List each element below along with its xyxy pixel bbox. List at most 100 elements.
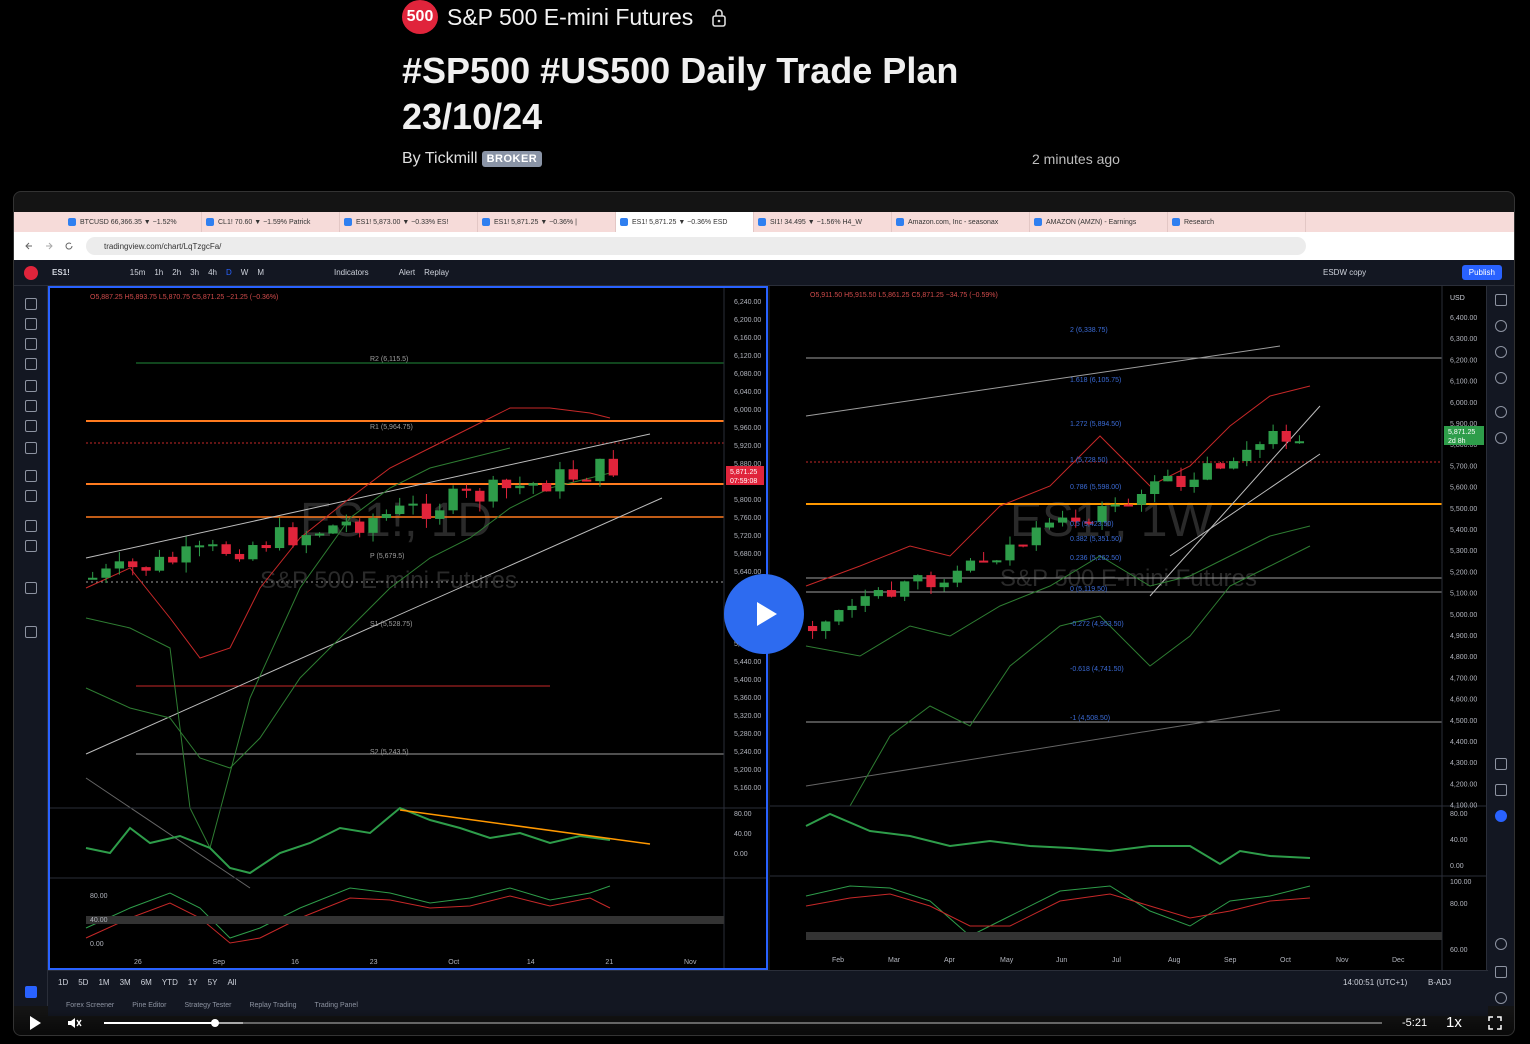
fib-icon[interactable] (25, 338, 37, 350)
tab-forex-screener[interactable]: Forex Screener (66, 1002, 114, 1009)
symbol-name[interactable]: S&P 500 E-mini Futures (447, 4, 693, 31)
browser-tab-active[interactable]: ES1! 5,871.25 ▼ −0.36% ESD (616, 212, 754, 232)
layers-icon[interactable] (1495, 346, 1507, 358)
clock[interactable]: 14:00:51 (UTC+1) (1343, 978, 1407, 987)
post-title-line1: #SP500 #US500 Daily Trade Plan (402, 50, 959, 91)
pattern-icon[interactable] (25, 358, 37, 370)
range-ytd[interactable]: YTD (162, 978, 178, 987)
favorite-star-icon[interactable] (25, 986, 37, 998)
range-5y[interactable]: 5Y (208, 978, 218, 987)
tab-pine-editor[interactable]: Pine Editor (132, 1002, 166, 1009)
ruler-icon[interactable] (25, 470, 37, 482)
chart-canvas-weekly[interactable]: ES1!, 1W S&P 500 E-mini Futures 6,400.00… (770, 286, 1488, 970)
browser-tab[interactable]: ES1! 5,873.00 ▼ −0.33% ES! (340, 212, 478, 232)
candle-body (395, 505, 405, 515)
time-axis[interactable]: 26 Sep 16 23 Oct 14 21 Nov (134, 959, 697, 966)
browser-tab[interactable]: SI1! 34.495 ▼ −1.56% H4_W (754, 212, 892, 232)
browser-tab[interactable]: Amazon.com, Inc - seasonax (892, 212, 1030, 232)
indicators-button[interactable]: Indicators (334, 268, 369, 277)
trash-icon[interactable] (25, 626, 37, 638)
hide-icon[interactable] (25, 582, 37, 594)
user-avatar[interactable] (24, 265, 38, 280)
playback-speed-button[interactable]: 1x (1446, 1014, 1462, 1031)
browser-tab[interactable]: BTCUSD 66,366.35 ▼ −1.52% (64, 212, 202, 232)
fullscreen-icon[interactable] (1488, 1016, 1502, 1030)
candle-body (1268, 430, 1278, 445)
idea-header: 500 S&P 500 E-mini Futures #SP500 #US500… (402, 0, 1142, 180)
chat-icon[interactable] (1495, 406, 1507, 418)
magnet-icon[interactable] (25, 520, 37, 532)
play-icon[interactable] (30, 1016, 41, 1030)
interval-4h[interactable]: 4h (208, 268, 217, 277)
tab-replay-trading[interactable]: Replay Trading (249, 1002, 296, 1009)
progress-bar[interactable] (104, 1019, 1382, 1027)
tab-trading-panel[interactable]: Trading Panel (315, 1002, 358, 1009)
calendar-icon[interactable] (1495, 966, 1507, 978)
symbol-badge[interactable]: 500 (402, 0, 438, 34)
author-link[interactable]: By Tickmill (402, 150, 478, 168)
crosshair-icon[interactable] (25, 298, 37, 310)
price-tick: 6,200.00 (734, 317, 761, 324)
ideas-icon[interactable] (1495, 372, 1507, 384)
browser-tab[interactable]: ES1! 5,871.25 ▼ −0.36% | (478, 212, 616, 232)
interval-w[interactable]: W (241, 268, 249, 277)
alerts-icon[interactable] (1495, 320, 1507, 332)
muted-icon[interactable] (66, 1015, 82, 1031)
browser-tab[interactable]: CL1! 70.60 ▼ −1.59% Patrick (202, 212, 340, 232)
progress-handle[interactable] (211, 1019, 220, 1027)
speed-icon[interactable] (1495, 938, 1507, 950)
range-3m[interactable]: 3M (120, 978, 131, 987)
range-1m[interactable]: 1M (98, 978, 109, 987)
chart-canvas-daily[interactable]: ES1!, 1D S&P 500 E-mini Futures 6,240.00… (50, 288, 766, 968)
broadcast-icon[interactable] (1495, 432, 1507, 444)
chart-pane-weekly[interactable]: O5,911.50 H5,915.50 L5,861.25 C5,871.25 … (770, 286, 1488, 970)
alert-button[interactable]: Alert (399, 268, 415, 277)
chart-pane-daily[interactable]: O5,887.25 H5,893.75 L5,870.75 C5,871.25 … (48, 286, 768, 970)
watchlist-icon[interactable] (1495, 294, 1507, 306)
help-icon[interactable] (1495, 992, 1507, 1004)
browser-tab[interactable]: AMAZON (AMZN) - Earnings (1030, 212, 1168, 232)
interval-15m[interactable]: 15m (130, 268, 146, 277)
price-tick: 6,240.00 (734, 299, 761, 306)
reload-icon[interactable] (64, 241, 74, 251)
price-axis[interactable]: 6,400.00 6,300.00 6,200.00 6,100.00 6,000.00… (1450, 315, 1477, 954)
range-all[interactable]: All (227, 978, 236, 987)
forecast-icon[interactable] (25, 380, 37, 392)
symbol-row[interactable]: 500 S&P 500 E-mini Futures (402, 0, 727, 34)
symbol-search[interactable]: ES1! (52, 268, 70, 277)
time-axis[interactable]: Feb Mar Apr May Jun Jul Aug Sep Oct Nov Dec (832, 957, 1405, 964)
replay-button[interactable]: Replay (424, 268, 449, 277)
interval-m[interactable]: M (257, 268, 264, 277)
candle-body (435, 510, 445, 519)
interval-1h[interactable]: 1h (154, 268, 163, 277)
brush-icon[interactable] (25, 400, 37, 412)
text-icon[interactable] (25, 420, 37, 432)
zoom-icon[interactable] (25, 490, 37, 502)
interval-3h[interactable]: 3h (190, 268, 199, 277)
range-5d[interactable]: 5D (78, 978, 88, 987)
url-field[interactable]: tradingview.com/chart/LqTzgcFa/ (86, 237, 1306, 255)
interval-d[interactable]: D (226, 268, 232, 277)
adjustment-toggle[interactable]: B-ADJ (1428, 978, 1451, 987)
forward-icon[interactable] (44, 241, 54, 251)
lock-drawings-icon[interactable] (25, 540, 37, 552)
range-1d[interactable]: 1D (58, 978, 68, 987)
grid-icon[interactable] (1495, 784, 1507, 796)
range-6m[interactable]: 6M (141, 978, 152, 987)
candle-body (301, 535, 311, 546)
bot-icon[interactable] (1495, 810, 1507, 822)
publish-button[interactable]: Publish (1461, 265, 1502, 280)
browser-tab[interactable]: Research (1168, 212, 1306, 232)
trendline-icon[interactable] (25, 318, 37, 330)
currency-selector[interactable]: USD (1450, 295, 1465, 302)
range-1y[interactable]: 1Y (188, 978, 198, 987)
video-player[interactable]: BTCUSD 66,366.35 ▼ −1.52% CL1! 70.60 ▼ −… (13, 191, 1515, 1036)
notes-icon[interactable] (1495, 758, 1507, 770)
price-axis[interactable]: 6,240.00 6,200.00 6,160.00 6,120.00 6,080.00… (90, 299, 761, 948)
tab-strategy-tester[interactable]: Strategy Tester (185, 1002, 232, 1009)
layout-name[interactable]: ESDW copy (1323, 268, 1366, 277)
emoji-icon[interactable] (25, 442, 37, 454)
play-button[interactable] (724, 574, 804, 654)
back-icon[interactable] (24, 241, 34, 251)
interval-2h[interactable]: 2h (172, 268, 181, 277)
